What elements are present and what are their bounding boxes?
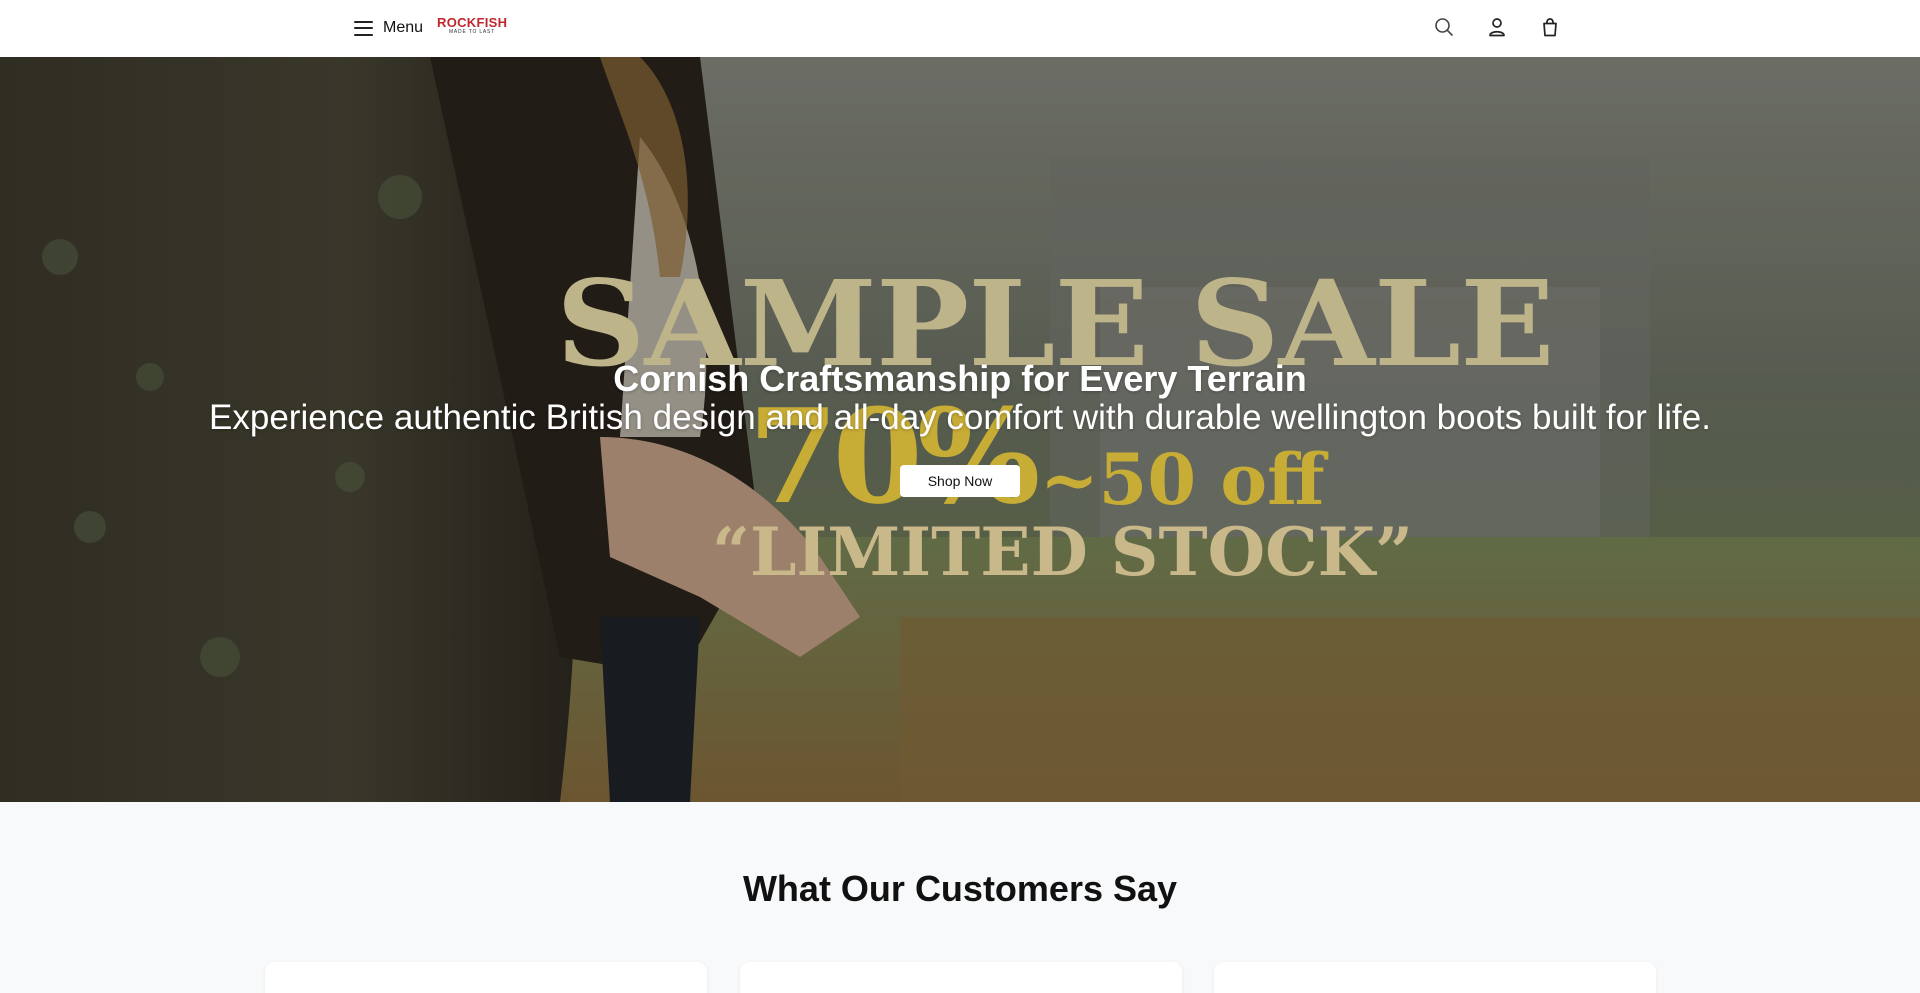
- logo-tagline: MADE TO LAST: [448, 29, 496, 35]
- search-button[interactable]: [1432, 15, 1456, 39]
- hero-title: Cornish Craftsmanship for Every Terrain: [613, 358, 1307, 399]
- testimonial-card: [740, 962, 1182, 993]
- sale-discount-rest: ~50 off: [1040, 438, 1325, 521]
- section-title: What Our Customers Say: [742, 868, 1178, 909]
- brand-logo[interactable]: ROCKFISH MADE TO LAST: [437, 16, 507, 35]
- account-button[interactable]: [1485, 15, 1509, 39]
- account-icon: [1489, 18, 1505, 37]
- menu-label: Menu: [383, 19, 424, 36]
- search-icon: [1435, 18, 1453, 36]
- cart-icon: [1543, 18, 1557, 37]
- testimonial-card: [1214, 962, 1656, 993]
- menu-button[interactable]: Menu: [354, 14, 423, 42]
- site-header: Menu ROCKFISH MADE TO LAST: [0, 0, 1920, 57]
- testimonial-card: [265, 962, 707, 993]
- logo-wordmark: ROCKFISH: [437, 15, 508, 30]
- cart-button[interactable]: [1538, 15, 1562, 39]
- shop-now-button[interactable]: Shop Now: [900, 465, 1020, 497]
- testimonials-section: What Our Customers Say: [0, 802, 1920, 993]
- hero-subtitle: Experience authentic British design and …: [209, 398, 1711, 437]
- sale-tagline: “LIMITED STOCK”: [712, 513, 1413, 591]
- hero-banner: SAMPLE SALE 70% ~50 off “LIMITED STOCK” …: [0, 57, 1920, 802]
- hamburger-icon: [354, 20, 373, 36]
